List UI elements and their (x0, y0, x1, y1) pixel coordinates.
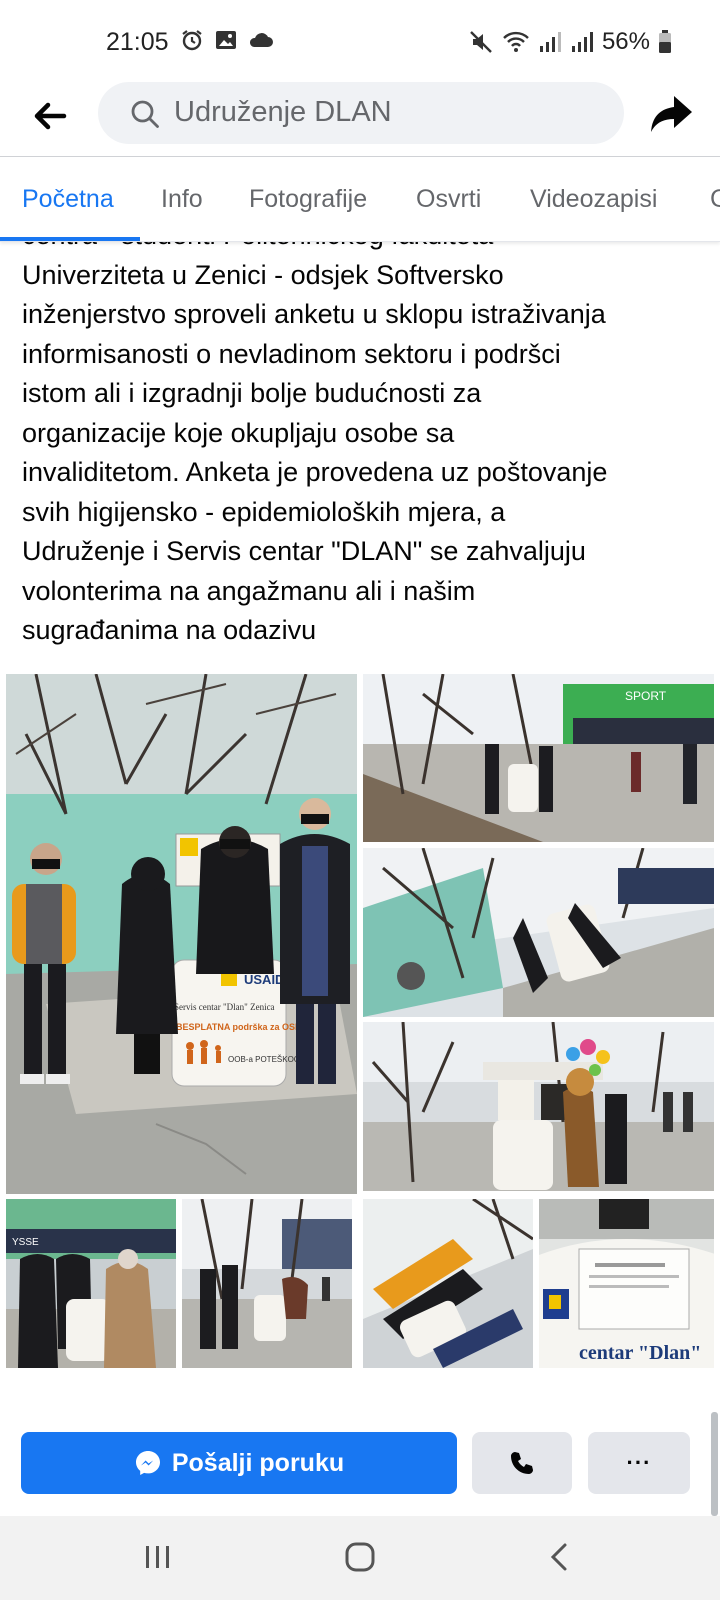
photo-6[interactable] (182, 1199, 352, 1368)
post-line: invaliditetom. Anketa je provedena uz po… (22, 457, 608, 487)
back-chevron-icon (550, 1543, 567, 1571)
poteskoce-label: OOB-a POTEŠKOĆE (228, 1055, 305, 1064)
phone-icon (511, 1452, 533, 1474)
photo-5[interactable]: YSSE (6, 1199, 176, 1368)
post-line: Udruženje i Servis centar "DLAN" se zahv… (22, 536, 586, 566)
tab-more[interactable]: C (710, 185, 720, 214)
post-line: organizacije koje okupljaju osobe sa (22, 417, 455, 448)
mute-icon (470, 31, 492, 53)
more-options-button[interactable]: ··· (588, 1432, 690, 1494)
messenger-icon (135, 1451, 160, 1475)
tab-info[interactable]: Info (161, 185, 203, 214)
search-icon (131, 100, 159, 128)
tab-osvrti[interactable]: Osvrti (416, 185, 481, 214)
battery-icon (659, 30, 671, 53)
post-line: informisanosti o nevladinom sektoru i po… (22, 338, 561, 369)
action-bar: Pošalji poruku ··· (0, 1414, 720, 1494)
wifi-icon (503, 31, 529, 52)
sport-sign: SPORT (625, 689, 667, 703)
alarm-icon (182, 30, 202, 51)
photo-4[interactable] (363, 1022, 714, 1191)
servis-label: Servis centar "Dlan" Zenica (174, 1002, 275, 1012)
signal-icon (571, 32, 593, 52)
photo-7[interactable] (363, 1199, 533, 1368)
besplatna-label: BESPLATNA podrška za OSI (176, 1022, 298, 1032)
photo-1[interactable]: USAID Servis centar "Dlan" Zenica BESPLA… (6, 674, 357, 1194)
home-button[interactable] (330, 1532, 390, 1582)
back-nav-button[interactable] (530, 1532, 590, 1582)
send-message-label: Pošalji poruku (171, 1448, 345, 1477)
system-nav-bar (0, 1516, 720, 1600)
more-icon: ··· (626, 1450, 652, 1475)
home-icon (345, 1542, 375, 1572)
post-text: centra - studenti Politehničkog fakultet… (22, 216, 702, 651)
cloud-icon (249, 33, 273, 47)
search-query: Udruženje DLAN (174, 96, 392, 128)
recent-apps-icon (146, 1546, 169, 1568)
send-message-button[interactable]: Pošalji poruku (21, 1432, 457, 1494)
post-line: Univerziteta u Zenici - odsjek Softversk… (22, 259, 504, 290)
post-line: istom ali i izgradnji bolje budućnosti z… (22, 378, 482, 408)
tab-fotografije[interactable]: Fotografije (249, 185, 367, 214)
post-line: inženjerstvo sproveli anketu u sklopu is… (22, 299, 606, 329)
tab-videozapisi[interactable]: Videozapisi (530, 185, 657, 214)
active-tab-indicator (0, 237, 140, 241)
ysse-sign: YSSE (12, 1237, 39, 1248)
photo-8[interactable]: centar "Dlan" (539, 1199, 714, 1368)
status-bar: 21:05 56% (0, 0, 720, 88)
battery-percent: 56% (601, 28, 650, 55)
top-bar: Udruženje DLAN (0, 78, 720, 157)
photo-2[interactable]: SPORT (363, 674, 714, 842)
status-time: 21:05 (106, 28, 169, 56)
image-icon (216, 31, 236, 49)
arrow-left-icon[interactable] (30, 96, 70, 136)
photo-grid: USAID Servis centar "Dlan" Zenica BESPLA… (0, 672, 720, 1388)
page-tabs: Početna Info Fotografije Osvrti Videozap… (0, 157, 720, 242)
photo-3[interactable] (363, 848, 714, 1017)
signal-icon (539, 32, 561, 52)
post-line: volonterima na angažmanu ali i našim (22, 575, 476, 606)
scrollbar[interactable] (711, 1412, 718, 1516)
call-button[interactable] (472, 1432, 572, 1494)
post-line: sugrađanima na odazivu (22, 615, 317, 645)
search-bar[interactable]: Udruženje DLAN (98, 82, 624, 144)
post-line: svih higijensko - epidemioloških mjera, … (22, 496, 506, 527)
tab-pocetna[interactable]: Početna (22, 185, 114, 214)
share-arrow-icon[interactable] (648, 90, 696, 138)
usaid-label: USAID (244, 972, 284, 987)
svg-text:centar "Dlan": centar "Dlan" (579, 1342, 701, 1364)
recent-apps-button[interactable] (128, 1532, 188, 1582)
